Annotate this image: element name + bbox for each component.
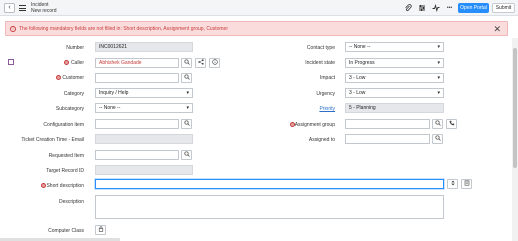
paperclip-icon[interactable] bbox=[403, 4, 412, 12]
configuration-item-search-button[interactable] bbox=[181, 119, 192, 129]
chevron-left-icon: ‹ bbox=[8, 4, 11, 11]
incident-state-select[interactable]: In Progress bbox=[345, 58, 444, 68]
caller-field[interactable]: Abhishek Gandade bbox=[95, 58, 179, 68]
search-icon bbox=[183, 74, 190, 80]
assignment-group-search-button[interactable] bbox=[432, 119, 443, 129]
lock-icon bbox=[98, 226, 103, 232]
ticket-creation-field bbox=[95, 134, 193, 144]
description-textarea[interactable] bbox=[95, 195, 444, 219]
ticket-creation-label: Ticket Creation Time - Email bbox=[21, 137, 84, 143]
form-header: ‹ Incident New record ••• Open Portal Su… bbox=[0, 0, 518, 16]
description-label: Description bbox=[58, 199, 84, 205]
caller-search-button[interactable] bbox=[181, 58, 192, 68]
category-label: Category bbox=[63, 91, 84, 97]
caller-label: Caller bbox=[70, 60, 84, 66]
assigned-to-search-button[interactable] bbox=[432, 134, 443, 144]
contact-type-select[interactable]: -- None -- bbox=[345, 42, 444, 52]
impact-select[interactable]: 3 - Low bbox=[345, 73, 444, 83]
priority-link[interactable]: Priority bbox=[319, 106, 335, 112]
caller-info-button[interactable] bbox=[209, 58, 220, 68]
suggestion-button[interactable] bbox=[447, 179, 458, 189]
requested-item-field[interactable] bbox=[95, 150, 179, 160]
short-description-field[interactable] bbox=[95, 179, 444, 189]
more-options-icon[interactable]: ••• bbox=[445, 4, 454, 12]
assignment-group-field[interactable] bbox=[345, 119, 430, 129]
close-icon[interactable]: ✕ bbox=[493, 24, 501, 34]
search-icon bbox=[434, 120, 441, 126]
short-description-label: Short description bbox=[46, 183, 84, 189]
share-icon bbox=[197, 59, 204, 65]
requested-item-label: Requested Item bbox=[48, 153, 84, 159]
info-icon bbox=[211, 59, 218, 65]
attachment-indicator-icon[interactable] bbox=[8, 59, 14, 65]
alert-message: The following mandatory fields are not f… bbox=[19, 26, 228, 32]
configuration-item-label: Configuration item bbox=[43, 122, 84, 128]
search-icon bbox=[183, 59, 190, 65]
customer-label: Customer bbox=[62, 75, 84, 81]
requested-item-search-button[interactable] bbox=[181, 150, 192, 160]
computer-class-label: Computer Class bbox=[48, 228, 84, 234]
hamburger-icon[interactable] bbox=[19, 5, 26, 11]
search-icon bbox=[183, 120, 190, 126]
customer-required-icon bbox=[56, 75, 61, 80]
subcategory-label: Subcategory bbox=[55, 106, 84, 112]
customer-search-button[interactable] bbox=[181, 73, 192, 83]
short-description-required-icon bbox=[41, 183, 46, 188]
book-icon bbox=[464, 180, 469, 186]
sort-icon bbox=[450, 180, 455, 186]
subcategory-select[interactable]: -- None -- bbox=[95, 103, 193, 113]
assigned-to-label: Assigned to bbox=[308, 137, 335, 143]
impact-label: Impact bbox=[319, 75, 335, 81]
mandatory-fields-alert: ! The following mandatory fields are not… bbox=[5, 21, 508, 36]
activity-icon[interactable] bbox=[431, 3, 440, 13]
configuration-item-field[interactable] bbox=[95, 119, 179, 129]
urgency-select[interactable]: 3 - Low bbox=[345, 88, 444, 98]
back-button[interactable]: ‹ bbox=[4, 3, 15, 13]
number-field: INC0012621 bbox=[95, 42, 193, 52]
error-circle-icon: ! bbox=[10, 26, 16, 32]
target-record-field bbox=[95, 165, 193, 175]
computer-class-lock-button[interactable] bbox=[95, 225, 106, 235]
contact-type-label: Contact type bbox=[306, 45, 335, 51]
submit-button[interactable]: Submit bbox=[492, 3, 515, 13]
knowledge-button[interactable] bbox=[461, 179, 472, 189]
caller-tree-button[interactable] bbox=[195, 58, 206, 68]
customer-field[interactable] bbox=[95, 73, 179, 83]
phone-icon bbox=[449, 120, 454, 126]
assigned-to-field[interactable] bbox=[345, 134, 430, 144]
priority-field: 5 - Planning bbox=[345, 103, 444, 113]
assignment-group-call-button[interactable] bbox=[446, 119, 457, 129]
sliders-icon[interactable] bbox=[417, 4, 426, 12]
category-select[interactable]: Inquiry / Help bbox=[95, 88, 193, 98]
urgency-label: Urgency bbox=[316, 91, 335, 97]
search-icon bbox=[434, 135, 441, 141]
assignment-group-label: Assignment group bbox=[294, 122, 335, 128]
scrollbar-thumb[interactable] bbox=[513, 48, 517, 168]
number-label: Number bbox=[66, 45, 84, 51]
open-portal-button[interactable]: Open Portal bbox=[458, 3, 489, 13]
search-icon bbox=[183, 151, 190, 157]
caller-required-icon bbox=[64, 60, 69, 65]
target-record-label: Target Record ID bbox=[46, 168, 84, 174]
incident-state-label: Incident state bbox=[305, 60, 335, 66]
record-name: New record bbox=[31, 8, 57, 14]
